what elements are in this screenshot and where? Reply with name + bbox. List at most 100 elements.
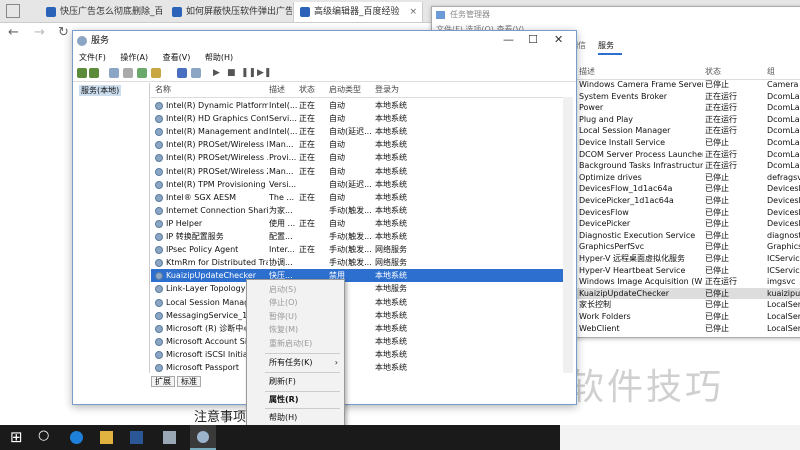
service-row[interactable]: KuaizipUpdateChecker 快压... 禁用 本地系统 <box>151 269 571 283</box>
menu-item-resume[interactable]: 恢复(M) <box>247 323 344 336</box>
menu-item-restart[interactable]: 重新启动(E) <box>247 337 344 350</box>
service-row[interactable]: IP Helper 使用 ... 正在 自动 本地系统 <box>151 217 571 230</box>
task-manager-row[interactable]: KuaizipUpdateChecker 已停止 kuaizipup <box>575 287 800 300</box>
service-row[interactable]: Microsoft Passport 本地系统 <box>151 361 571 374</box>
tree-item-services-local[interactable]: 服务(本地) <box>79 85 122 96</box>
service-row[interactable]: Intel(R) Management and ... Intel(... 正在 自动… <box>151 125 571 138</box>
console-icon[interactable] <box>123 68 133 78</box>
refresh-icon[interactable]: ↻ <box>58 25 69 40</box>
play-icon[interactable]: ▶ <box>213 68 220 78</box>
maximize-icon[interactable]: ☐ <box>528 33 538 46</box>
close-icon[interactable]: ✕ <box>554 33 563 46</box>
back-icon[interactable]: ← <box>8 25 19 40</box>
task-manager-row[interactable]: DCOM Server Process Launcher正在运行 DcomLau <box>575 149 800 161</box>
col-status[interactable]: 状态 <box>299 83 315 97</box>
menu-item-pause[interactable]: 暂停(U) <box>247 310 344 323</box>
service-row[interactable]: Intel(R) PROSet/Wireless E... Man... 正在 自动 本… <box>151 138 571 151</box>
service-row[interactable]: Intel(R) PROSet/Wireless ... Provi... 正在 自动… <box>151 151 571 164</box>
col-group[interactable]: 组 <box>767 65 775 79</box>
task-manager-row[interactable]: DevicesFlow_1d1ac64a 已停止 DevicesFl <box>575 183 800 195</box>
back-arrow-icon[interactable] <box>77 68 87 78</box>
task-manager-row[interactable]: Device Install Service 已停止 DcomLau <box>575 137 800 149</box>
task-manager-row[interactable]: DevicePicker 已停止 DevicesFl <box>575 218 800 230</box>
pause-icon[interactable]: ❚❚ <box>241 68 256 78</box>
service-row[interactable]: MessagingService_1d1a 本地系统 <box>151 309 571 322</box>
close-tab-icon[interactable]: × <box>409 2 417 22</box>
task-manager-row[interactable]: Work Folders 已停止 LocalServi <box>575 311 800 323</box>
task-manager-row[interactable]: Power 正在运行 DcomLau <box>575 102 800 114</box>
task-manager-row[interactable]: DevicesFlow 已停止 DevicesFl <box>575 207 800 219</box>
tab-services[interactable]: 服务 <box>598 39 622 55</box>
task-manager-row[interactable]: 家长控制 已停止 LocalServi <box>575 299 800 311</box>
service-row[interactable]: Intel(R) PROSet/Wireless Z...Man... 正在 自动 本… <box>151 165 571 178</box>
task-manager-row[interactable]: GraphicsPerfSvc 已停止 GraphicsP <box>575 241 800 253</box>
col-status[interactable]: 状态 <box>705 65 721 79</box>
browser-tab-2[interactable]: 如何屏蔽快压软件弹出广告 <box>166 2 292 22</box>
col-name[interactable]: 名称 <box>155 83 171 97</box>
menu-view[interactable]: 查看(V) <box>163 53 191 62</box>
menu-item-properties[interactable]: 属性(R) <box>247 393 344 406</box>
task-manager-row[interactable]: Diagnostic Execution Service 已停止 diagnosti… <box>575 230 800 242</box>
service-row[interactable]: IP 转换配置服务 配置... 手动(触发... 本地系统 <box>151 230 571 243</box>
col-logon-as[interactable]: 登录为 <box>375 83 399 97</box>
menu-action[interactable]: 操作(A) <box>120 53 148 62</box>
task-manager-row[interactable]: Local Session Manager 正在运行 DcomLau <box>575 125 800 137</box>
task-manager-row[interactable]: Hyper-V Heartbeat Service 已停止 ICService <box>575 265 800 277</box>
browser-tab-1[interactable]: 快压广告怎么彻底删除_百度 <box>40 2 162 22</box>
export-icon[interactable] <box>151 68 161 78</box>
properties-icon[interactable] <box>191 68 201 78</box>
task-manager-row[interactable]: Hyper-V 远程桌面虚拟化服务 已停止 ICService <box>575 253 800 265</box>
word-icon[interactable] <box>130 431 143 444</box>
service-row[interactable]: Intel(R) TPM Provisioning S...Versi... 自动… <box>151 178 571 191</box>
menu-item-help[interactable]: 帮助(H) <box>247 411 344 424</box>
stop-icon[interactable]: ■ <box>227 68 236 78</box>
service-row[interactable]: Internet Connection Sharin...为家... 手动(触发.… <box>151 204 571 217</box>
service-row[interactable]: Local Session Manager 本地系统 <box>151 296 571 309</box>
service-row[interactable]: Microsoft Account Sign- 本地系统 <box>151 335 571 348</box>
task-manager-row[interactable]: Windows Camera Frame Server 已停止 Camera <box>575 79 800 91</box>
service-row[interactable]: Intel(R) Dynamic Platform ...Intel(...正在… <box>151 99 571 112</box>
task-manager-row[interactable]: Windows Image Acquisition (WI 正在运行 imgsvc <box>575 276 800 288</box>
tab-preview-icon[interactable] <box>6 4 20 18</box>
task-manager-row[interactable]: WebClient 已停止 LocalServi <box>575 323 800 335</box>
service-row[interactable]: IPsec Policy Agent Inter... 正在 手动(触发... 网络服务 <box>151 243 571 256</box>
tab-extended[interactable]: 扩展 <box>151 376 175 387</box>
menu-item-start[interactable]: 启动(S) <box>247 283 344 296</box>
menu-help[interactable]: 帮助(H) <box>205 53 233 62</box>
menu-file[interactable]: 文件(F) <box>79 53 106 62</box>
menu-item-all-tasks[interactable]: 所有任务(K) › <box>247 356 344 369</box>
col-description[interactable]: 描述 <box>269 83 285 97</box>
gear-icon <box>197 431 209 443</box>
browser-tab-3[interactable]: 高级编辑器_百度经验 × <box>293 2 423 22</box>
forward-icon[interactable]: → <box>34 25 45 40</box>
search-icon[interactable]: ○ <box>38 428 49 443</box>
windows-start-icon[interactable]: ⊞ <box>10 428 23 446</box>
service-row[interactable]: Microsoft iSCSI Initiator 本地系统 <box>151 348 571 361</box>
task-manager-row[interactable]: Optimize drives 已停止 defragsvc <box>575 172 800 184</box>
forward-arrow-icon[interactable] <box>89 68 99 78</box>
help-icon[interactable] <box>177 68 187 78</box>
col-desc[interactable]: 描述 <box>579 65 595 79</box>
service-row[interactable]: Intel(R) HD Graphics Contr...Servi...正在 自… <box>151 112 571 125</box>
task-manager-row[interactable]: System Events Broker 正在运行 DcomLau <box>575 91 800 103</box>
app-icon[interactable] <box>163 431 176 444</box>
service-row[interactable]: Intel® SGX AESM The ... 正在 自动 本地系统 <box>151 191 571 204</box>
task-manager-row[interactable]: Plug and Play 正在运行 DcomLau <box>575 114 800 126</box>
service-row[interactable]: Microsoft (R) 诊断中心标 本地系统 <box>151 322 571 335</box>
task-manager-row[interactable]: DevicePicker_1d1ac64a 已停止 DevicesFl <box>575 195 800 207</box>
edge-icon[interactable] <box>70 431 83 444</box>
show-tree-icon[interactable] <box>109 68 119 78</box>
service-row[interactable]: KtmRm for Distributed Tra... 协调... 手动(触发..… <box>151 256 571 269</box>
tab-standard[interactable]: 标准 <box>177 376 201 387</box>
refresh-list-icon[interactable] <box>137 68 147 78</box>
services-scrollbar[interactable] <box>563 97 573 373</box>
services-taskbar-button[interactable] <box>190 425 216 450</box>
menu-item-refresh[interactable]: 刷新(F) <box>247 375 344 388</box>
restart-icon[interactable]: ▶❚ <box>257 68 271 78</box>
task-manager-row[interactable]: Background Tasks Infrastructur... 正在运行 Dco… <box>575 160 800 172</box>
file-explorer-icon[interactable] <box>100 431 113 444</box>
service-row[interactable]: Link-Layer Topology Dis 本地服务 <box>151 282 571 295</box>
col-startup-type[interactable]: 启动类型 <box>329 83 361 97</box>
menu-item-stop[interactable]: 停止(O) <box>247 296 344 309</box>
minimize-icon[interactable]: — <box>503 33 514 46</box>
